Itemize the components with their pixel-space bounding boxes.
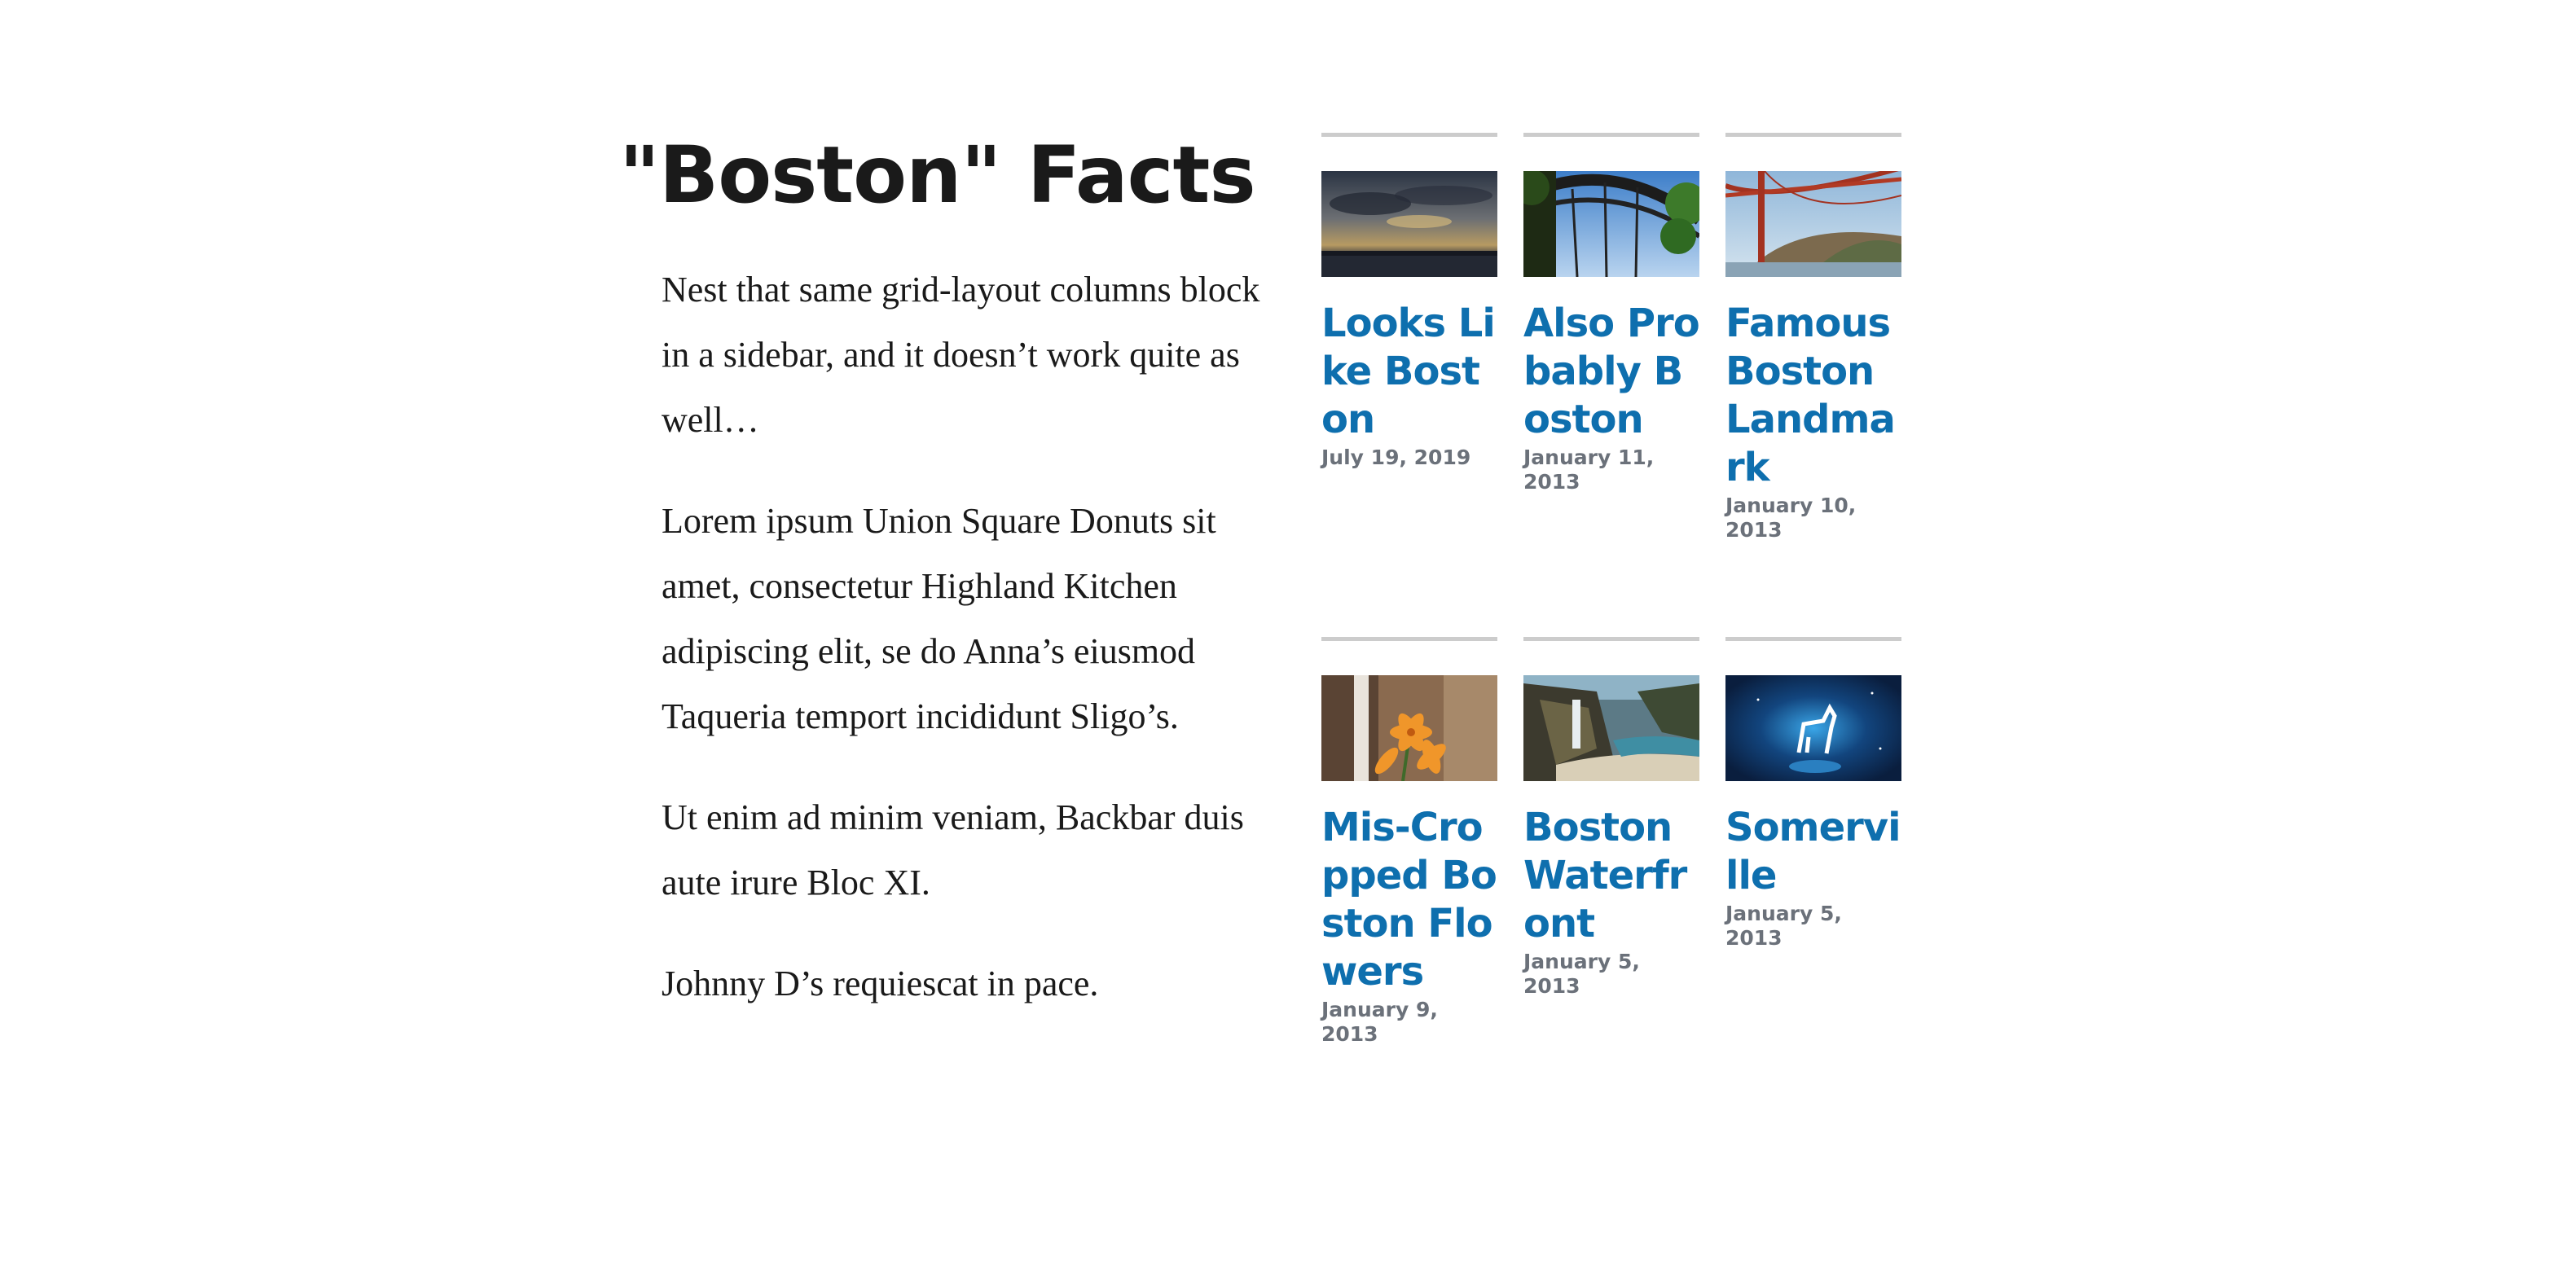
posts-grid-row-1: Looks Like Boston July 19, 2019 Also Pro…	[1321, 133, 1908, 542]
paragraph: Ut enim ad minim veniam, Backbar duis au…	[662, 797, 1244, 903]
post-title-link[interactable]: Also Probably Boston	[1523, 300, 1700, 444]
page: "Boston" Facts Nest that same grid-layou…	[0, 0, 2576, 1269]
article-body: Nest that same grid-layout columns block…	[619, 257, 1271, 1017]
post-date: January 10, 2013	[1725, 494, 1857, 542]
paragraph: Johnny D’s requiescat in pace.	[662, 964, 1099, 1004]
post-item: Famous Boston Landmark January 10, 2013	[1725, 133, 1901, 542]
orange-lily-photo[interactable]	[1321, 675, 1497, 781]
post-item: Looks Like Boston July 19, 2019	[1321, 133, 1497, 470]
post-item: Boston Waterfront January 5, 2013	[1523, 637, 1699, 999]
post-item: Mis-Cropped Boston Flowers January 9, 20…	[1321, 637, 1497, 1047]
waterfall-beach-photo[interactable]	[1523, 675, 1699, 781]
suspension-bridge-photo[interactable]	[1725, 171, 1901, 277]
post-title-link[interactable]: Famous Boston Landmark	[1725, 300, 1901, 492]
sidebar-latest-posts: Looks Like Boston July 19, 2019 Also Pro…	[1321, 133, 1908, 1047]
post-date: January 9, 2013	[1321, 998, 1438, 1046]
post-title-link[interactable]: Boston Waterfront	[1523, 804, 1699, 948]
post-item: Also Probably Boston January 11, 2013	[1523, 133, 1700, 494]
post-title-link[interactable]: Somerville	[1725, 804, 1901, 900]
arch-bridge-photo[interactable]	[1523, 171, 1699, 277]
paragraph: Lorem ipsum Union Square Donuts sit amet…	[662, 501, 1216, 737]
post-item: Somerville January 5, 2013	[1725, 637, 1901, 951]
post-title-link[interactable]: Mis-Cropped Boston Flowers	[1321, 804, 1497, 996]
post-date: January 5, 2013	[1725, 902, 1842, 950]
post-title-link[interactable]: Looks Like Boston	[1321, 300, 1497, 444]
main-content: "Boston" Facts Nest that same grid-layou…	[619, 130, 1271, 1052]
post-date: July 19, 2019	[1321, 446, 1471, 469]
unicorn-moon-illustration[interactable]	[1725, 675, 1901, 781]
post-date: January 11, 2013	[1523, 446, 1655, 494]
sunset-over-water-photo[interactable]	[1321, 171, 1497, 277]
paragraph: Nest that same grid-layout columns block…	[662, 270, 1260, 441]
posts-grid-row-2: Mis-Cropped Boston Flowers January 9, 20…	[1321, 637, 1908, 1047]
post-date: January 5, 2013	[1523, 950, 1640, 998]
page-title: "Boston" Facts	[619, 130, 1256, 221]
